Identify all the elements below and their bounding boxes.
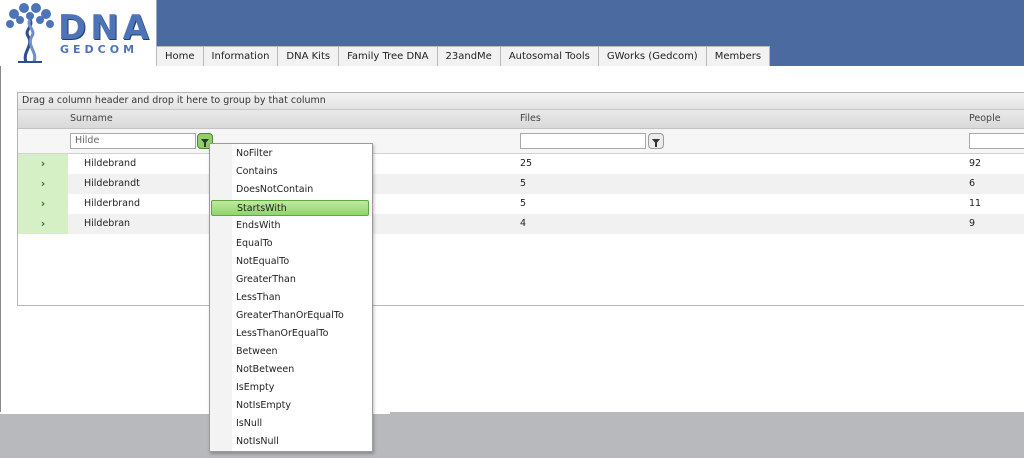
table-row[interactable]: › Hildebrandt 5 6: [18, 174, 1024, 194]
logo[interactable]: DNA GEDCOM: [0, 0, 157, 66]
filter-option-doesnotcontain[interactable]: DoesNotContain: [211, 182, 369, 198]
funnel-icon: [201, 138, 209, 147]
surname-cell: Hildebrand: [84, 158, 137, 169]
surname-filter-input[interactable]: Hilde: [70, 133, 196, 149]
nav-gworks-gedcom[interactable]: GWorks (Gedcom): [598, 46, 707, 66]
surname-cell: Hilderbrand: [84, 198, 141, 209]
people-filter-input[interactable]: [969, 133, 1024, 149]
table-row[interactable]: › Hildebran 4 9: [18, 214, 1024, 234]
funnel-icon: [652, 138, 660, 147]
logo-subtitle: GEDCOM: [60, 43, 139, 56]
filter-option-greaterthanorequalto[interactable]: GreaterThanOrEqualTo: [211, 308, 369, 324]
people-cell: 11: [969, 198, 982, 209]
filter-option-startswith[interactable]: StartsWith: [211, 200, 369, 216]
grid-filter-row: Hilde: [18, 129, 1024, 154]
nav-autosomal-tools[interactable]: Autosomal Tools: [500, 46, 599, 66]
people-cell: 9: [969, 218, 976, 229]
files-cell: 5: [520, 198, 527, 209]
filter-option-isempty[interactable]: IsEmpty: [211, 380, 369, 396]
logo-title: DNA: [58, 8, 153, 48]
chevron-right-icon[interactable]: ›: [18, 214, 68, 234]
filter-option-notequalto[interactable]: NotEqualTo: [211, 254, 369, 270]
filter-option-notisnull[interactable]: NotIsNull: [211, 434, 369, 450]
filter-options-menu: NoFilter Contains DoesNotContain StartsW…: [209, 143, 373, 452]
filter-option-notisempty[interactable]: NotIsEmpty: [211, 398, 369, 414]
column-header-files[interactable]: Files: [520, 110, 541, 128]
people-cell: 92: [969, 158, 982, 169]
group-by-panel[interactable]: Drag a column header and drop it here to…: [18, 93, 1024, 110]
nav-family-tree-dna[interactable]: Family Tree DNA: [339, 46, 438, 66]
files-cell: 5: [520, 178, 527, 189]
column-header-surname[interactable]: Surname: [70, 110, 113, 128]
column-header-people[interactable]: People: [969, 110, 1001, 128]
files-cell: 25: [520, 158, 533, 169]
main-nav: Home Information DNA Kits Family Tree DN…: [156, 46, 771, 66]
dna-tree-icon: [6, 3, 54, 63]
filter-option-notbetween[interactable]: NotBetween: [211, 362, 369, 378]
filter-option-equalto[interactable]: EqualTo: [211, 236, 369, 252]
table-row[interactable]: › Hilderbrand 5 11: [18, 194, 1024, 214]
nav-home[interactable]: Home: [156, 46, 204, 66]
chevron-right-icon[interactable]: ›: [18, 154, 68, 174]
filter-option-contains[interactable]: Contains: [211, 164, 369, 180]
grid-header-row: Surname Files People: [18, 110, 1024, 129]
surname-grid: Drag a column header and drop it here to…: [17, 92, 1024, 306]
files-cell: 4: [520, 218, 527, 229]
files-filter-button[interactable]: [648, 133, 664, 149]
filter-option-greaterthan[interactable]: GreaterThan: [211, 272, 369, 288]
nav-dna-kits[interactable]: DNA Kits: [278, 46, 340, 66]
nav-information[interactable]: Information: [203, 46, 279, 66]
filter-option-nofilter[interactable]: NoFilter: [211, 146, 369, 162]
chevron-right-icon[interactable]: ›: [18, 174, 68, 194]
filter-option-lessthanorequalto[interactable]: LessThanOrEqualTo: [211, 326, 369, 342]
table-row[interactable]: › Hildebrand 25 92: [18, 154, 1024, 174]
app-header: DNA GEDCOM Home Information DNA Kits Fam…: [0, 0, 1024, 66]
files-filter-input[interactable]: [520, 133, 646, 149]
people-cell: 6: [969, 178, 976, 189]
main-panel: Drag a column header and drop it here to…: [0, 66, 1024, 412]
surname-cell: Hildebran: [84, 218, 131, 229]
filter-option-endswith[interactable]: EndsWith: [211, 218, 369, 234]
filter-option-isnull[interactable]: IsNull: [211, 416, 369, 432]
chevron-right-icon[interactable]: ›: [18, 194, 68, 214]
surname-cell: Hildebrandt: [84, 178, 140, 189]
filter-option-lessthan[interactable]: LessThan: [211, 290, 369, 306]
filter-option-between[interactable]: Between: [211, 344, 369, 360]
nav-members[interactable]: Members: [706, 46, 771, 66]
nav-23andme[interactable]: 23andMe: [437, 46, 501, 66]
